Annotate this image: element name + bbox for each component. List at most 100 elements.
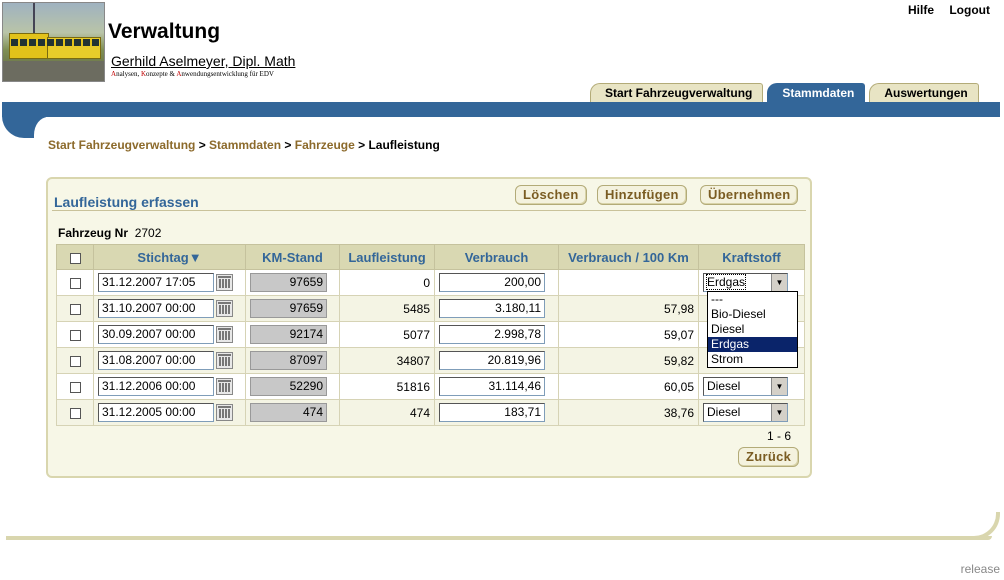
km-stand-field: 87097	[250, 351, 327, 370]
help-link[interactable]: Hilfe	[908, 3, 934, 17]
laufleistung-panel: Laufleistung erfassen Löschen Hinzufügen…	[46, 177, 812, 478]
date-input[interactable]: 31.12.2005 00:00	[98, 403, 214, 422]
laufleistung-value: 5485	[339, 295, 435, 322]
calendar-icon[interactable]	[216, 378, 233, 395]
kraftstoff-select[interactable]: Diesel ▼	[703, 377, 788, 396]
kraftstoff-dropdown-list: --- Bio-Diesel Diesel Erdgas Strom	[707, 291, 798, 368]
dropdown-option[interactable]: Bio-Diesel	[708, 307, 797, 322]
delete-button[interactable]: Löschen	[515, 185, 587, 205]
laufleistung-value: 51816	[339, 373, 435, 400]
row-checkbox[interactable]	[69, 381, 81, 393]
laufleistung-table: Stichtag▼ KM-Stand Laufleistung Verbrauc…	[56, 244, 805, 426]
global-links: Hilfe Logout	[896, 3, 990, 17]
dropdown-option[interactable]: Diesel	[708, 322, 797, 337]
row-checkbox[interactable]	[69, 407, 81, 419]
verbrauch-input[interactable]: 20.819,96	[439, 351, 545, 370]
vehicle-label: Fahrzeug Nr	[58, 226, 129, 240]
table-row: 31.12.2005 00:00 474 474 183,71 38,76 Di…	[56, 399, 805, 426]
verbrauch-100km-value: 59,07	[558, 321, 699, 348]
chevron-down-icon[interactable]: ▼	[771, 274, 787, 291]
col-verbrauch: Verbrauch	[434, 244, 559, 270]
logo-image	[2, 2, 105, 82]
apply-button[interactable]: Übernehmen	[700, 185, 799, 205]
calendar-icon[interactable]	[216, 352, 233, 369]
laufleistung-value: 5077	[339, 321, 435, 348]
breadcrumb: Start Fahrzeugverwaltung > Stammdaten > …	[48, 138, 440, 152]
table-row: 31.10.2007 00:00 97659 5485 3.180,11 57,…	[56, 295, 805, 322]
tab-auswertungen[interactable]: Auswertungen	[869, 83, 979, 102]
breadcrumb-start[interactable]: Start Fahrzeugverwaltung	[48, 138, 195, 152]
verbrauch-input[interactable]: 183,71	[439, 403, 545, 422]
logo-bus-windows	[11, 39, 99, 46]
select-all-header	[56, 244, 94, 270]
verbrauch-100km-value: 38,76	[558, 399, 699, 426]
calendar-icon[interactable]	[216, 274, 233, 291]
row-checkbox[interactable]	[69, 329, 81, 341]
footer-rule	[6, 536, 992, 540]
panel-title: Laufleistung erfassen	[54, 194, 199, 210]
verbrauch-input[interactable]: 31.114,46	[439, 377, 545, 396]
km-stand-field: 97659	[250, 273, 327, 292]
verbrauch-100km-value: 57,98	[558, 295, 699, 322]
logo-road	[3, 61, 104, 81]
app-title: Verwaltung	[108, 20, 221, 43]
date-input[interactable]: 31.12.2007 17:05	[98, 273, 214, 292]
km-stand-field: 97659	[250, 299, 327, 318]
date-input[interactable]: 31.10.2007 00:00	[98, 299, 214, 318]
col-stichtag[interactable]: Stichtag▼	[93, 244, 246, 270]
table-row: 31.08.2007 00:00 87097 34807 20.819,96 5…	[56, 347, 805, 374]
row-checkbox[interactable]	[69, 277, 81, 289]
date-input[interactable]: 31.08.2007 00:00	[98, 351, 214, 370]
calendar-icon[interactable]	[216, 404, 233, 421]
table-row: 31.12.2007 17:05 97659 0 200,00 Erdgas ▼	[56, 269, 805, 296]
verbrauch-input[interactable]: 3.180,11	[439, 299, 545, 318]
kraftstoff-select[interactable]: Erdgas ▼	[703, 273, 788, 292]
footer-curve	[966, 512, 1000, 540]
table-row: 30.09.2007 00:00 92174 5077 2.998,78 59,…	[56, 321, 805, 348]
verbrauch-input[interactable]: 2.998,78	[439, 325, 545, 344]
chevron-down-icon[interactable]: ▼	[771, 404, 787, 421]
pager-info: 1 - 6	[767, 429, 792, 443]
breadcrumb-current: Laufleistung	[368, 138, 440, 152]
user-name-link[interactable]: Gerhild Aselmeyer, Dipl. Math	[111, 53, 295, 69]
col-km-stand: KM-Stand	[245, 244, 340, 270]
col-verbrauch-100km: Verbrauch / 100 Km	[558, 244, 699, 270]
table-row: 31.12.2006 00:00 52290 51816 31.114,46 6…	[56, 373, 805, 400]
col-laufleistung: Laufleistung	[339, 244, 435, 270]
nav-bar	[2, 102, 1000, 117]
dropdown-option[interactable]: ---	[708, 292, 797, 307]
logo-bus-front	[9, 33, 49, 59]
tab-stammdaten[interactable]: Stammdaten	[767, 83, 866, 102]
main-tabs: Start Fahrzeugverwaltung Stammdaten Ausw…	[586, 83, 979, 103]
breadcrumb-fahrzeuge[interactable]: Fahrzeuge	[295, 138, 355, 152]
date-input[interactable]: 31.12.2006 00:00	[98, 377, 214, 396]
logo-pole	[33, 3, 35, 33]
laufleistung-value: 34807	[339, 347, 435, 374]
tab-start-fahrzeugverwaltung[interactable]: Start Fahrzeugverwaltung	[590, 83, 764, 102]
verbrauch-input[interactable]: 200,00	[439, 273, 545, 292]
panel-divider	[52, 210, 806, 211]
logout-link[interactable]: Logout	[949, 3, 990, 17]
km-stand-field: 92174	[250, 325, 327, 344]
chevron-down-icon[interactable]: ▼	[771, 378, 787, 395]
calendar-icon[interactable]	[216, 300, 233, 317]
verbrauch-100km-value	[558, 269, 699, 296]
laufleistung-value: 474	[339, 399, 435, 426]
back-button[interactable]: Zurück	[738, 447, 800, 467]
select-all-checkbox[interactable]	[69, 252, 81, 264]
vehicle-info: Fahrzeug Nr 2702	[58, 226, 161, 240]
verbrauch-100km-value: 60,05	[558, 373, 699, 400]
release-info: release	[960, 562, 1000, 576]
add-button[interactable]: Hinzufügen	[597, 185, 687, 205]
row-checkbox[interactable]	[69, 303, 81, 315]
dropdown-option-selected[interactable]: Erdgas	[708, 337, 797, 352]
dropdown-option[interactable]: Strom	[708, 352, 797, 367]
km-stand-field: 52290	[250, 377, 327, 396]
kraftstoff-select[interactable]: Diesel ▼	[703, 403, 788, 422]
date-input[interactable]: 30.09.2007 00:00	[98, 325, 214, 344]
vehicle-number: 2702	[134, 226, 162, 240]
calendar-icon[interactable]	[216, 326, 233, 343]
tagline: Analysen, Konzepte & Anwendungsentwicklu…	[111, 70, 274, 78]
row-checkbox[interactable]	[69, 355, 81, 367]
breadcrumb-stammdaten[interactable]: Stammdaten	[209, 138, 281, 152]
